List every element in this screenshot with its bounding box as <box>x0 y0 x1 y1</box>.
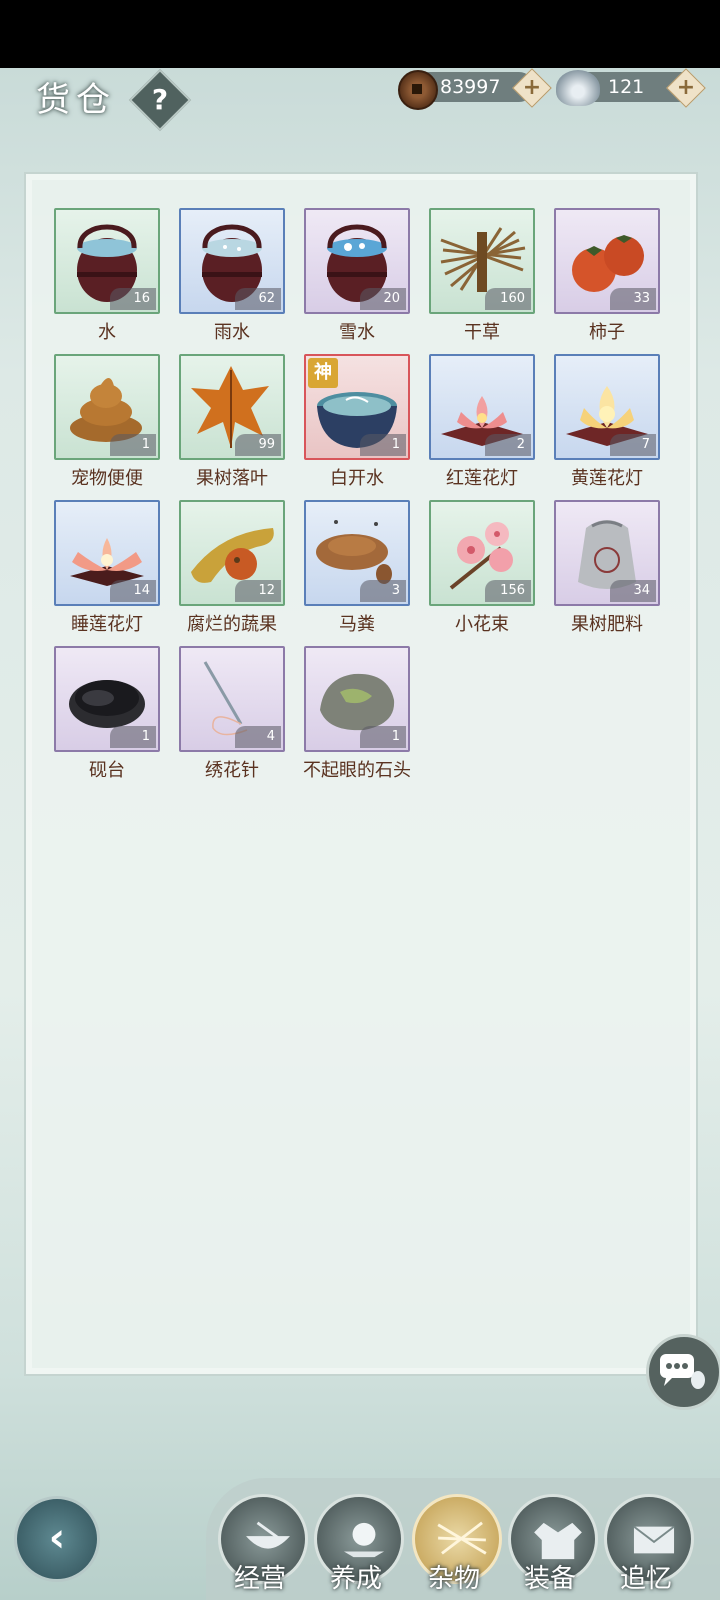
item-tile[interactable]: 16 <box>54 208 160 314</box>
tab-equip[interactable]: 装备 <box>504 1490 598 1600</box>
inventory-item[interactable]: 16 水 <box>54 208 160 348</box>
silver-ingot-icon <box>556 70 600 106</box>
tab-label: 养成 <box>329 1564 382 1594</box>
item-quantity: 33 <box>610 288 656 310</box>
inventory-item[interactable]: 14 睡莲花灯 <box>54 500 160 640</box>
inventory-panel: 16 水 62 雨水 20 雪水 160 干草 33 柿子 1 宠物便便 99 果树落叶神 1 白开水 2 红莲花… <box>24 172 698 1376</box>
inventory-item[interactable]: 20 雪水 <box>304 208 410 348</box>
item-tile[interactable]: 99 <box>179 354 285 460</box>
page-title: 货仓 <box>36 80 116 120</box>
item-quantity: 2 <box>485 434 531 456</box>
coin-amount: 83997 <box>440 76 501 98</box>
item-name: 黄莲花灯 <box>571 468 643 489</box>
item-quantity: 3 <box>360 580 406 602</box>
help-icon: ? <box>151 83 169 116</box>
item-quantity: 160 <box>485 288 531 310</box>
item-quantity: 1 <box>110 434 156 456</box>
item-tile[interactable]: 20 <box>304 208 410 314</box>
item-name: 柿子 <box>589 322 625 343</box>
silver-amount: 121 <box>608 76 645 98</box>
item-tile[interactable]: 1 <box>54 646 160 752</box>
item-tile[interactable]: 神1 <box>304 354 410 460</box>
plus-icon: + <box>522 75 542 100</box>
item-name: 不起眼的石头 <box>303 760 411 781</box>
tab-label: 杂物 <box>427 1564 480 1594</box>
item-tile[interactable]: 33 <box>554 208 660 314</box>
inventory-item[interactable]: 99 果树落叶 <box>179 354 285 494</box>
letter-icon <box>633 1525 675 1554</box>
item-tile[interactable]: 14 <box>54 500 160 606</box>
inventory-item[interactable]: 4 绣花针 <box>179 646 285 786</box>
inventory-item[interactable]: 62 雨水 <box>179 208 285 348</box>
item-quantity: 1 <box>110 726 156 748</box>
item-quantity: 20 <box>360 288 406 310</box>
copper-coin-icon <box>398 70 438 110</box>
inventory-item[interactable]: 12 腐烂的蔬果 <box>179 500 285 640</box>
item-quantity: 62 <box>235 288 281 310</box>
chat-bubble-icon <box>660 1354 705 1389</box>
tab-memory[interactable]: 追忆 <box>600 1490 694 1600</box>
item-tile[interactable]: 160 <box>429 208 535 314</box>
inventory-item[interactable]: 2 红莲花灯 <box>429 354 535 494</box>
item-tile[interactable]: 3 <box>304 500 410 606</box>
back-arrow-icon: ‹ <box>48 1515 66 1561</box>
item-tile[interactable]: 34 <box>554 500 660 606</box>
item-name: 果树肥料 <box>571 614 643 635</box>
tab-cultivate[interactable]: 养成 <box>310 1490 404 1600</box>
tab-manage[interactable]: 经营 <box>214 1490 308 1600</box>
inventory-item[interactable]: 33 柿子 <box>554 208 660 348</box>
item-tile[interactable]: 1 <box>304 646 410 752</box>
pearl-icon <box>343 1522 385 1558</box>
chat-button[interactable] <box>646 1334 720 1410</box>
item-quantity: 34 <box>610 580 656 602</box>
item-tile[interactable]: 2 <box>429 354 535 460</box>
tab-label: 经营 <box>233 1564 286 1594</box>
inventory-item[interactable]: 34 果树肥料 <box>554 500 660 640</box>
item-quantity: 156 <box>485 580 531 602</box>
tab-misc[interactable]: 杂物 <box>408 1490 502 1600</box>
divine-badge: 神 <box>308 358 338 388</box>
item-quantity: 1 <box>360 726 406 748</box>
inventory-item[interactable]: 1 不起眼的石头 <box>303 646 411 786</box>
inventory-item[interactable]: 1 宠物便便 <box>54 354 160 494</box>
item-tile[interactable]: 1 <box>54 354 160 460</box>
bowl-icon <box>246 1521 290 1549</box>
item-tile[interactable]: 62 <box>179 208 285 314</box>
inventory-item[interactable]: 160 干草 <box>429 208 535 348</box>
tab-label: 装备 <box>523 1564 576 1594</box>
item-tile[interactable]: 7 <box>554 354 660 460</box>
item-quantity: 4 <box>235 726 281 748</box>
item-tile[interactable]: 156 <box>429 500 535 606</box>
item-tile[interactable]: 12 <box>179 500 285 606</box>
item-quantity: 7 <box>610 434 656 456</box>
status-bar <box>0 0 720 68</box>
plus-icon: + <box>676 75 696 100</box>
inventory-item[interactable]: 1 砚台 <box>54 646 160 786</box>
robe-icon <box>534 1522 582 1560</box>
inventory-item[interactable]: 神 1 白开水 <box>304 354 410 494</box>
tab-label: 追忆 <box>619 1564 672 1594</box>
back-button[interactable]: ‹ <box>14 1496 100 1582</box>
item-quantity: 16 <box>110 288 156 310</box>
item-quantity: 1 <box>360 434 406 456</box>
item-quantity: 99 <box>235 434 281 456</box>
hay-bundle-icon <box>437 1521 487 1555</box>
inventory-item[interactable]: 7 黄莲花灯 <box>554 354 660 494</box>
item-quantity: 12 <box>235 580 281 602</box>
item-tile[interactable]: 4 <box>179 646 285 752</box>
item-quantity: 14 <box>110 580 156 602</box>
inventory-item[interactable]: 156 小花束 <box>429 500 535 640</box>
inventory-item[interactable]: 3 马粪 <box>304 500 410 640</box>
